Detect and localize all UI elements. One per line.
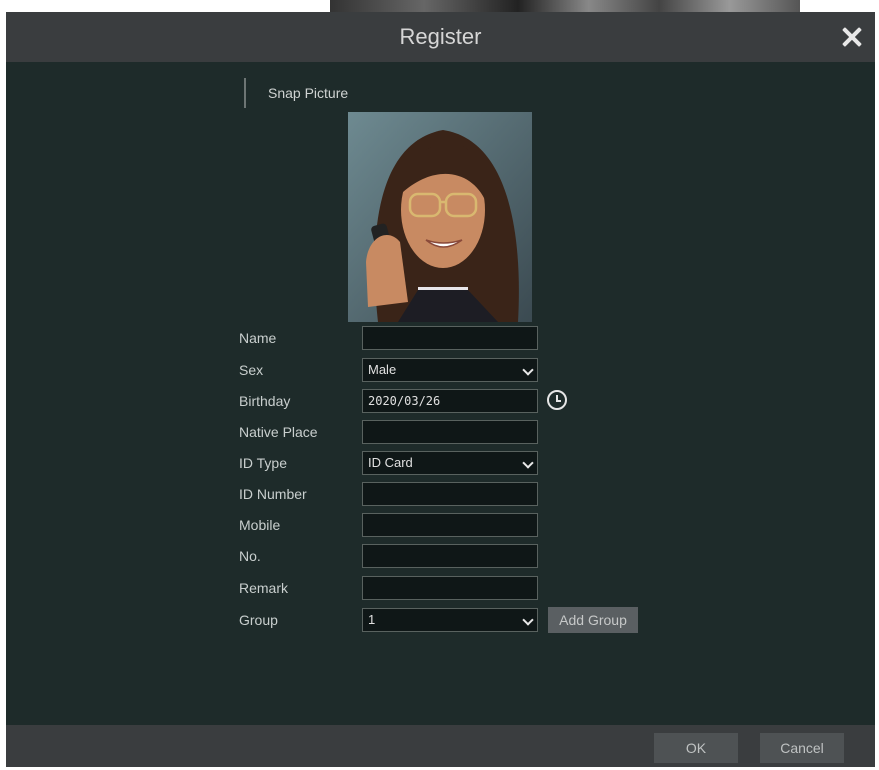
ok-button[interactable]: OK xyxy=(654,733,738,763)
sex-select[interactable]: Male xyxy=(362,358,538,382)
chevron-down-icon xyxy=(522,614,534,626)
name-label: Name xyxy=(239,330,277,346)
group-select-value: 1 xyxy=(368,612,376,627)
birthday-input[interactable]: 2020/03/26 xyxy=(362,389,538,413)
cancel-button[interactable]: Cancel xyxy=(760,733,844,763)
id-type-label: ID Type xyxy=(239,455,287,471)
sex-select-value: Male xyxy=(368,362,397,377)
chevron-down-icon xyxy=(522,457,534,469)
id-number-label: ID Number xyxy=(239,486,307,502)
remark-input[interactable] xyxy=(362,576,538,600)
face-photo xyxy=(348,112,532,322)
no-input[interactable] xyxy=(362,544,538,568)
dialog-footer: OK Cancel xyxy=(6,725,875,767)
register-dialog: Register Snap Picture Name Sex Male Birt… xyxy=(6,12,875,767)
group-select[interactable]: 1 xyxy=(362,608,538,632)
mobile-input[interactable] xyxy=(362,513,538,537)
background-image xyxy=(330,0,800,12)
dialog-title: Register xyxy=(399,24,482,49)
add-group-button[interactable]: Add Group xyxy=(548,607,638,633)
clock-icon[interactable] xyxy=(547,390,567,410)
no-label: No. xyxy=(239,548,261,564)
id-type-select[interactable]: ID Card xyxy=(362,451,538,475)
background-strip xyxy=(0,0,879,12)
mobile-label: Mobile xyxy=(239,517,281,533)
birthday-label: Birthday xyxy=(239,393,291,409)
name-input[interactable] xyxy=(362,326,538,350)
chevron-down-icon xyxy=(522,364,534,376)
sex-label: Sex xyxy=(239,362,264,378)
group-label: Group xyxy=(239,612,278,628)
snap-picture xyxy=(348,112,532,322)
id-type-select-value: ID Card xyxy=(368,455,413,470)
title-bar: Register xyxy=(6,12,875,62)
snap-picture-header: Snap Picture xyxy=(244,78,348,108)
id-number-input[interactable] xyxy=(362,482,538,506)
native-place-label: Native Place xyxy=(239,424,318,440)
remark-label: Remark xyxy=(239,580,289,596)
close-icon[interactable] xyxy=(837,22,867,52)
native-place-input[interactable] xyxy=(362,420,538,444)
